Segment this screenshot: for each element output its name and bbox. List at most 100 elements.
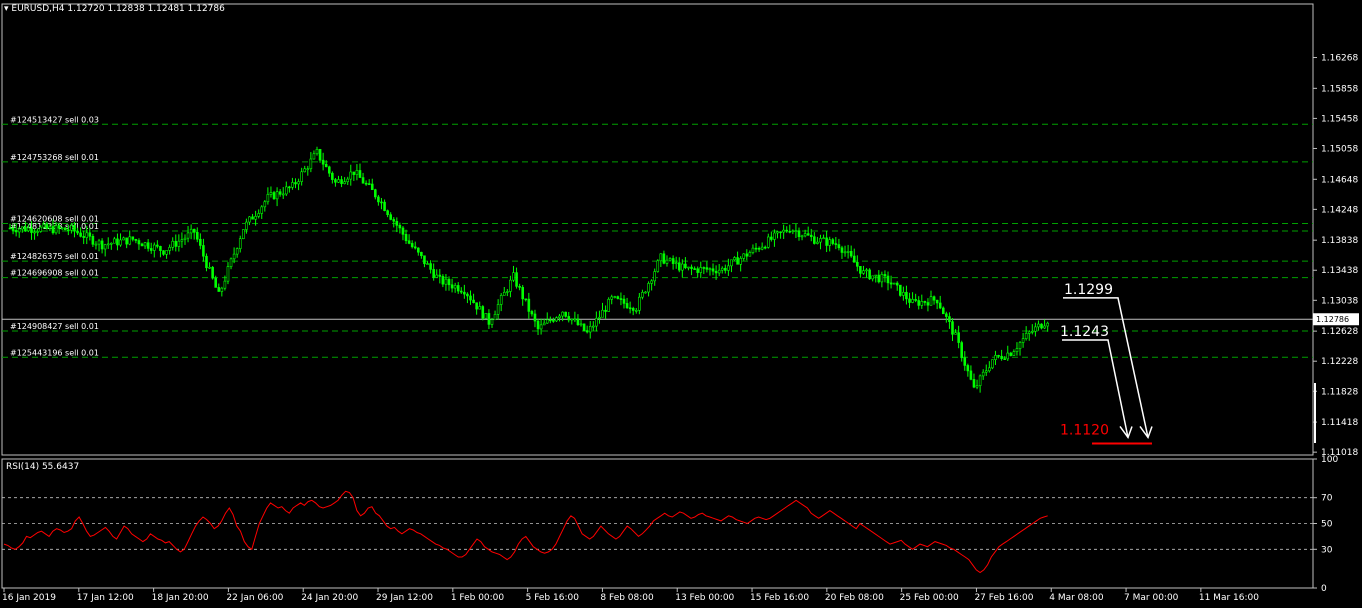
- candle-body: [171, 240, 175, 248]
- candle-body: [20, 226, 24, 230]
- candle-body: [401, 227, 405, 235]
- candle-body: [502, 291, 506, 296]
- candle-body: [1006, 352, 1010, 360]
- candle-body: [923, 301, 927, 303]
- candle-body: [1046, 322, 1049, 327]
- candle-body: [945, 313, 948, 317]
- candle-body: [966, 365, 970, 372]
- candle-body: [684, 263, 687, 269]
- candle-body: [318, 149, 322, 161]
- candle-body: [429, 263, 432, 270]
- candle-body: [223, 280, 227, 289]
- candle-body: [192, 228, 196, 233]
- candle-body: [920, 301, 924, 306]
- candle-body: [156, 244, 159, 247]
- candle-body: [450, 284, 454, 289]
- candle-body: [346, 178, 350, 183]
- candle-body: [751, 247, 755, 253]
- candle-body: [481, 306, 485, 319]
- candle-body: [496, 304, 500, 315]
- candle-body: [819, 238, 822, 243]
- price-chart[interactable]: 1.16268 1.15858 1.15458 1.15058 1.14648 1.142…: [0, 0, 1362, 608]
- candle-body: [288, 186, 291, 189]
- candle-body: [742, 253, 746, 259]
- candle-body: [595, 317, 598, 327]
- candle-body: [1015, 348, 1019, 352]
- candle-body: [116, 238, 119, 246]
- candle-body: [438, 274, 442, 277]
- candle-body: [840, 247, 844, 253]
- candle-body: [994, 355, 997, 360]
- candle-body: [238, 238, 242, 249]
- candle-body: [355, 170, 359, 175]
- candle-body: [699, 267, 703, 273]
- candle-body: [809, 234, 813, 238]
- candle-body: [149, 248, 153, 251]
- price-tick-label: 1.12228: [1321, 357, 1358, 367]
- candle-body: [1031, 330, 1034, 333]
- candle-body: [269, 192, 273, 195]
- candle-body: [720, 267, 724, 271]
- candle-body: [757, 247, 761, 250]
- candle-body: [653, 271, 657, 282]
- candle-body: [766, 236, 770, 248]
- candle-body: [57, 225, 61, 229]
- candle-body: [960, 342, 964, 359]
- candle-body: [392, 219, 396, 222]
- candle-body: [103, 244, 107, 250]
- candle-body: [588, 326, 592, 333]
- candle-body: [997, 355, 1000, 357]
- candle-body: [941, 307, 945, 315]
- candle-body: [770, 236, 773, 240]
- candle-body: [509, 279, 512, 292]
- annotation-target: 1.1120: [1060, 422, 1109, 438]
- candle-body: [189, 228, 193, 234]
- candle-body: [410, 243, 414, 248]
- candle-body: [220, 287, 224, 292]
- candle-body: [806, 233, 810, 236]
- candle-body: [957, 332, 960, 343]
- candle-body: [788, 230, 792, 233]
- candle-body: [591, 325, 595, 328]
- candle-body: [527, 298, 531, 312]
- candle-body: [453, 285, 457, 289]
- candle-body: [730, 259, 733, 267]
- time-tick-label: 11 Mar 16:00: [1199, 593, 1259, 603]
- candle-body: [143, 242, 147, 247]
- candle-body: [97, 240, 101, 245]
- candle-body: [1034, 326, 1037, 332]
- candle-body: [441, 276, 445, 285]
- candle-body: [1043, 325, 1046, 329]
- candle-body: [739, 258, 742, 265]
- candle-body: [536, 320, 540, 330]
- candle-body: [242, 229, 245, 240]
- time-tick-label: 7 Mar 00:00: [1124, 593, 1179, 603]
- candle-body: [337, 179, 340, 183]
- candle-body: [67, 229, 70, 232]
- candle-body: [846, 251, 850, 253]
- candle-body: [125, 237, 128, 245]
- candle-body: [576, 318, 580, 326]
- candle-body: [51, 226, 55, 234]
- price-tick-label: 1.14248: [1321, 205, 1358, 215]
- candle-body: [447, 278, 451, 286]
- candle-body: [73, 225, 76, 232]
- rsi-line: [3, 490, 1048, 574]
- candle-body: [260, 206, 264, 214]
- time-tick-label: 8 Feb 08:00: [600, 593, 654, 603]
- candle-body: [1040, 323, 1043, 329]
- candle-body: [905, 291, 908, 300]
- candle-body: [782, 229, 785, 233]
- price-tick-label: 1.16268: [1321, 54, 1358, 64]
- price-tick-label: 1.11418: [1321, 418, 1358, 428]
- candle-body: [374, 189, 377, 198]
- candle-body: [696, 268, 699, 273]
- candle-body: [828, 239, 831, 246]
- candle-body: [14, 230, 18, 233]
- order-label: #124513427 sell 0.03: [10, 115, 99, 124]
- candle-body: [938, 302, 942, 309]
- candle-body: [294, 182, 297, 185]
- candle-body: [1012, 351, 1016, 356]
- candle-body: [954, 332, 957, 335]
- candle-body: [972, 379, 976, 388]
